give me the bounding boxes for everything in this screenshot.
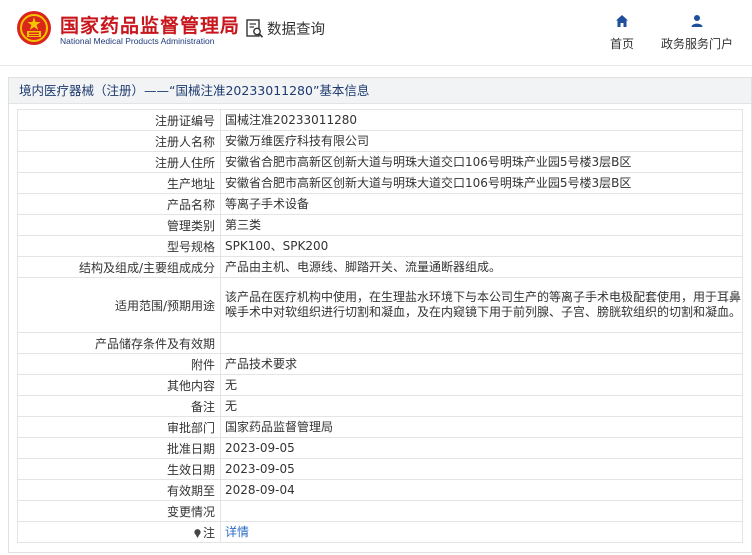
row-value: 产品由主机、电源线、脚踏开关、流量通断器组成。	[220, 256, 743, 278]
table-row: 附件 产品技术要求	[17, 353, 743, 375]
row-label: 其他内容	[17, 374, 221, 396]
nav-home-label: 首页	[609, 37, 634, 51]
details-link[interactable]: 详情	[225, 525, 249, 539]
row-value: 无	[220, 374, 743, 396]
table-row: 适用范围/预期用途 该产品在医疗机构中使用，在生理盐水环境下与本公司生产的等离子手…	[17, 277, 743, 333]
row-label: 批准日期	[17, 437, 221, 459]
row-value	[220, 332, 743, 354]
table-row: 注 详情	[17, 521, 743, 543]
row-label: 产品储存条件及有效期	[17, 332, 221, 354]
detail-table: 注册证编号 国械注准20233011280 注册人名称 安徽万维医疗科技有限公司 注…	[17, 109, 743, 543]
table-row: 结构及组成/主要组成成分 产品由主机、电源线、脚踏开关、流量通断器组成。	[17, 256, 743, 278]
site-subtitle: National Medical Products Administration	[60, 36, 215, 46]
nav-home[interactable]: 首页	[605, 14, 639, 52]
table-row: 生效日期 2023-09-05	[17, 458, 743, 480]
row-value: 安徽省合肥市高新区创新大道与明珠大道交口106号明珠产业园5号楼3层B区	[220, 172, 743, 194]
row-value: 详情	[220, 521, 743, 543]
table-row: 其他内容无	[17, 374, 743, 396]
pin-icon	[194, 528, 201, 538]
table-row: 型号规格 SPK100、SPK200	[17, 235, 743, 257]
nav-gov-service-label: 政务服务门户	[660, 37, 733, 51]
table-row: 产品名称 等离子手术设备	[17, 193, 743, 215]
home-icon	[616, 15, 628, 27]
table-row: 产品储存条件及有效期	[17, 332, 743, 354]
row-label: 备注	[17, 395, 221, 417]
table-row: 注册人住所 安徽省合肥市高新区创新大道与明珠大道交口106号明珠产业园5号楼3层B…	[17, 151, 743, 173]
site-header: 国家药品监督管理局 National Medical Products Admi…	[0, 0, 752, 70]
row-value: 2023-09-05	[220, 458, 743, 480]
national-emblem-icon	[17, 11, 51, 45]
row-label: 注	[17, 521, 221, 543]
table-row: 注册人名称 安徽万维医疗科技有限公司	[17, 130, 743, 152]
note-label: 注	[202, 525, 215, 540]
table-row: 注册证编号 国械注准20233011280	[17, 109, 743, 131]
row-value: 无	[220, 395, 743, 417]
table-row: 变更情况	[17, 500, 743, 522]
row-label: 管理类别	[17, 214, 221, 236]
document-search-icon	[246, 18, 264, 38]
panel-title: 境内医疗器械（注册）——“国械注准20233011280”基本信息	[9, 78, 751, 104]
detail-panel: 境内医疗器械（注册）——“国械注准20233011280”基本信息 注册证编号国…	[8, 77, 752, 553]
row-value: 等离子手术设备	[220, 193, 743, 215]
row-value	[220, 500, 743, 522]
row-label: 生效日期	[17, 458, 221, 480]
row-value: 产品技术要求	[220, 353, 743, 375]
row-label: 注册人名称	[17, 130, 221, 152]
site-title[interactable]: 国家药品监督管理局	[60, 11, 240, 38]
row-value: 国械注准20233011280	[220, 109, 743, 131]
table-row: 批准日期 2023-09-05	[17, 437, 743, 459]
user-icon	[691, 15, 703, 27]
row-value: 第三类	[220, 214, 743, 236]
header-divider	[0, 65, 752, 66]
row-label: 注册人住所	[17, 151, 221, 173]
nav-gov-service[interactable]: 政务服务门户	[656, 14, 738, 52]
row-value: SPK100、SPK200	[220, 235, 743, 257]
row-value: 安徽省合肥市高新区创新大道与明珠大道交口106号明珠产业园5号楼3层B区	[220, 151, 743, 173]
row-label: 结构及组成/主要组成成分	[17, 256, 221, 278]
row-label: 有效期至	[17, 479, 221, 501]
row-value: 该产品在医疗机构中使用，在生理盐水环境下与本公司生产的等离子手术电极配套使用，用…	[220, 277, 743, 333]
row-value: 安徽万维医疗科技有限公司	[220, 130, 743, 152]
row-value: 2023-09-05	[220, 437, 743, 459]
row-label: 产品名称	[17, 193, 221, 215]
row-label: 生产地址	[17, 172, 221, 194]
row-value: 2028-09-04	[220, 479, 743, 501]
row-value: 国家药品监督管理局	[220, 416, 743, 438]
row-label: 型号规格	[17, 235, 221, 257]
table-row: 审批部门 国家药品监督管理局	[17, 416, 743, 438]
table-row: 有效期至 2028-09-04	[17, 479, 743, 501]
row-label: 审批部门	[17, 416, 221, 438]
table-row: 备注无	[17, 395, 743, 417]
row-label: 变更情况	[17, 500, 221, 522]
row-label: 注册证编号	[17, 109, 221, 131]
data-query-label: 数据查询	[267, 22, 325, 38]
table-row: 生产地址 安徽省合肥市高新区创新大道与明珠大道交口106号明珠产业园5号楼3层B区	[17, 172, 743, 194]
data-query-link[interactable]: 数据查询	[246, 18, 325, 39]
row-label: 附件	[17, 353, 221, 375]
table-row: 管理类别 第三类	[17, 214, 743, 236]
row-label: 适用范围/预期用途	[17, 277, 221, 333]
